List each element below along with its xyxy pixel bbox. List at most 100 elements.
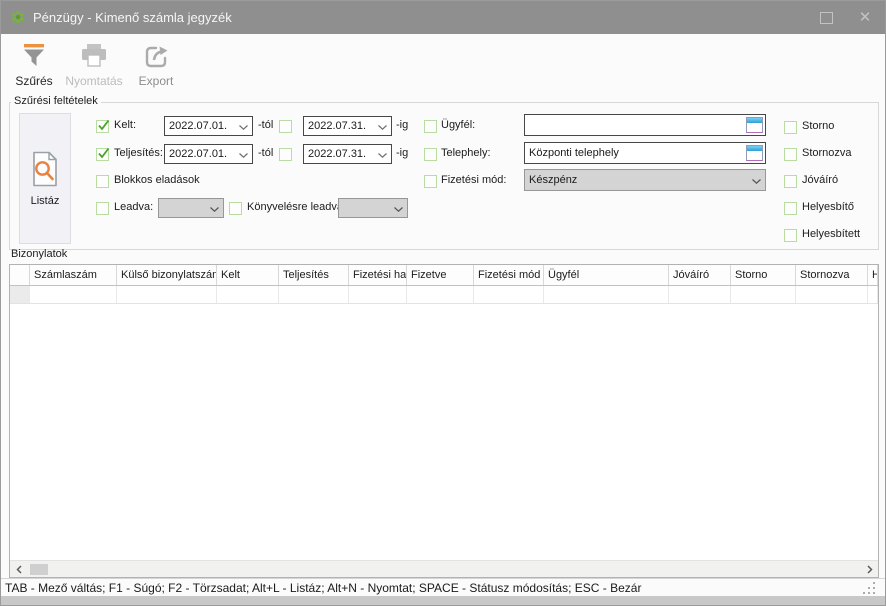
helyesbitett-checkbox[interactable] xyxy=(784,229,797,242)
teljesites-label: Teljesítés: xyxy=(114,147,163,160)
app-window: Pénzügy - Kimenő számla jegyzék ✕ Szűrés xyxy=(0,0,886,606)
printer-icon xyxy=(80,38,108,70)
fizetesi-mod-select[interactable]: Készpénz xyxy=(524,169,766,191)
close-button[interactable]: ✕ xyxy=(855,8,875,28)
column-header-jovairo[interactable]: Jóváíró xyxy=(669,265,731,285)
helyesbitett-label: Helyesbített xyxy=(802,228,860,241)
kelt-checkbox[interactable] xyxy=(96,120,109,133)
column-header-teljesites[interactable]: Teljesítés xyxy=(279,265,349,285)
storno-checkbox[interactable] xyxy=(784,121,797,134)
column-header-fizetesi-hatarido[interactable]: Fizetési határidő xyxy=(349,265,407,285)
konyveles-checkbox[interactable] xyxy=(229,202,242,215)
column-header-szamlaszam[interactable]: Számlaszám xyxy=(30,265,117,285)
ugyfel-label: Ügyfél: xyxy=(441,119,475,132)
statusbar: TAB - Mező váltás; F1 - Súgó; F2 - Törzs… xyxy=(1,578,885,596)
telephely-field xyxy=(524,142,766,164)
teljesites-from-value: 2022.07.01. xyxy=(169,148,227,160)
storno-label: Storno xyxy=(802,120,834,133)
check-icon xyxy=(97,119,110,132)
helyesbito-checkbox[interactable] xyxy=(784,202,797,215)
column-header-stornozva[interactable]: Stornozva xyxy=(796,265,868,285)
export-icon xyxy=(143,38,170,70)
kelt-from-select[interactable]: 2022.07.01. xyxy=(164,116,253,136)
print-button[interactable]: Nyomtatás xyxy=(61,38,127,88)
jovairo-label: Jóváíró xyxy=(802,174,838,187)
stornozva-checkbox[interactable] xyxy=(784,148,797,161)
check-icon xyxy=(97,147,110,160)
filter-group-title: Szűrési feltételek xyxy=(11,95,101,107)
fizetesi-mod-value: Készpénz xyxy=(529,174,577,186)
chevron-down-icon xyxy=(394,207,403,212)
telephely-label: Telephely: xyxy=(441,147,491,160)
teljesites-to-suffix: -ig xyxy=(396,147,408,160)
list-button-label: Listáz xyxy=(31,195,60,207)
leadva-label: Leadva: xyxy=(114,201,153,214)
export-button-label: Export xyxy=(139,74,174,88)
leadva-checkbox[interactable] xyxy=(96,202,109,215)
chevron-down-icon xyxy=(210,207,219,212)
fizetesi-mod-checkbox[interactable] xyxy=(424,175,437,188)
statusbar-hotkeys: TAB - Mező váltás; F1 - Súgó; F2 - Törzs… xyxy=(5,579,641,597)
blokkos-checkbox[interactable] xyxy=(96,175,109,188)
chevron-down-icon xyxy=(378,153,387,158)
resize-grip-icon[interactable] xyxy=(873,582,875,584)
maximize-button[interactable] xyxy=(820,12,833,24)
column-header-fizetve[interactable]: Fizetve xyxy=(407,265,474,285)
ugyfel-checkbox[interactable] xyxy=(424,120,437,133)
documents-table: Számlaszám Külső bizonylatszám Kelt Telj… xyxy=(9,264,879,578)
teljesites-from-select[interactable]: 2022.07.01. xyxy=(164,144,253,164)
scrollbar-thumb[interactable] xyxy=(30,564,48,575)
teljesites-checkbox[interactable] xyxy=(96,148,109,161)
titlebar: Pénzügy - Kimenő számla jegyzék ✕ xyxy=(1,1,885,34)
leadva-select[interactable] xyxy=(158,198,224,218)
column-header-helyesbito[interactable]: Helyesbítő xyxy=(868,265,878,285)
teljesites-to-select[interactable]: 2022.07.31. xyxy=(303,144,392,164)
blokkos-label: Blokkos eladások xyxy=(114,174,200,187)
column-header-ugyfel[interactable]: Ügyfél xyxy=(544,265,669,285)
lookup-icon[interactable] xyxy=(746,117,763,133)
column-header-rowselector[interactable] xyxy=(10,265,30,285)
teljesites-to-value: 2022.07.31. xyxy=(308,148,366,160)
filter-button-label: Szűrés xyxy=(15,74,52,88)
telephely-input[interactable] xyxy=(525,143,746,163)
scroll-right-icon[interactable] xyxy=(861,561,878,577)
window-title: Pénzügy - Kimenő számla jegyzék xyxy=(33,1,232,34)
stornozva-label: Stornozva xyxy=(802,147,852,160)
konyveles-select[interactable] xyxy=(338,198,408,218)
telephely-checkbox[interactable] xyxy=(424,148,437,161)
documents-group-title: Bizonylatok xyxy=(11,248,67,260)
kelt-from-value: 2022.07.01. xyxy=(169,120,227,132)
horizontal-scrollbar[interactable] xyxy=(10,560,878,577)
ugyfel-input[interactable] xyxy=(525,115,746,135)
ugyfel-field xyxy=(524,114,766,136)
column-header-kulso-bizonylatszam[interactable]: Külső bizonylatszám xyxy=(117,265,217,285)
window-bottom-edge xyxy=(1,596,885,606)
jovairo-checkbox[interactable] xyxy=(784,175,797,188)
column-header-fizetesi-mod[interactable]: Fizetési mód xyxy=(474,265,544,285)
funnel-icon xyxy=(21,38,47,70)
list-button[interactable]: Listáz xyxy=(19,113,71,244)
teljesites-from-suffix: -tól xyxy=(258,147,273,160)
table-header-row: Számlaszám Külső bizonylatszám Kelt Telj… xyxy=(10,265,878,286)
lookup-icon[interactable] xyxy=(746,145,763,161)
column-header-storno[interactable]: Storno xyxy=(731,265,796,285)
chevron-down-icon xyxy=(239,153,248,158)
export-button[interactable]: Export xyxy=(129,38,183,88)
kelt-to-value: 2022.07.31. xyxy=(308,120,366,132)
filter-button[interactable]: Szűrés xyxy=(9,38,59,88)
kelt-to-suffix: -ig xyxy=(396,119,408,132)
fizetesi-mod-label: Fizetési mód: xyxy=(441,174,506,187)
print-button-label: Nyomtatás xyxy=(65,74,122,88)
scroll-left-icon[interactable] xyxy=(10,561,27,577)
list-search-document-icon xyxy=(31,151,59,190)
table-empty-row xyxy=(10,286,878,304)
kelt-to-checkbox[interactable] xyxy=(279,120,292,133)
kelt-to-select[interactable]: 2022.07.31. xyxy=(303,116,392,136)
toolbar: Szűrés Nyomtatás Export xyxy=(1,34,885,96)
kelt-label: Kelt: xyxy=(114,119,136,132)
chevron-down-icon xyxy=(752,179,761,184)
chevron-down-icon xyxy=(378,125,387,130)
konyveles-label: Könyvelésre leadva: xyxy=(247,201,346,214)
column-header-kelt[interactable]: Kelt xyxy=(217,265,279,285)
teljesites-to-checkbox[interactable] xyxy=(279,148,292,161)
